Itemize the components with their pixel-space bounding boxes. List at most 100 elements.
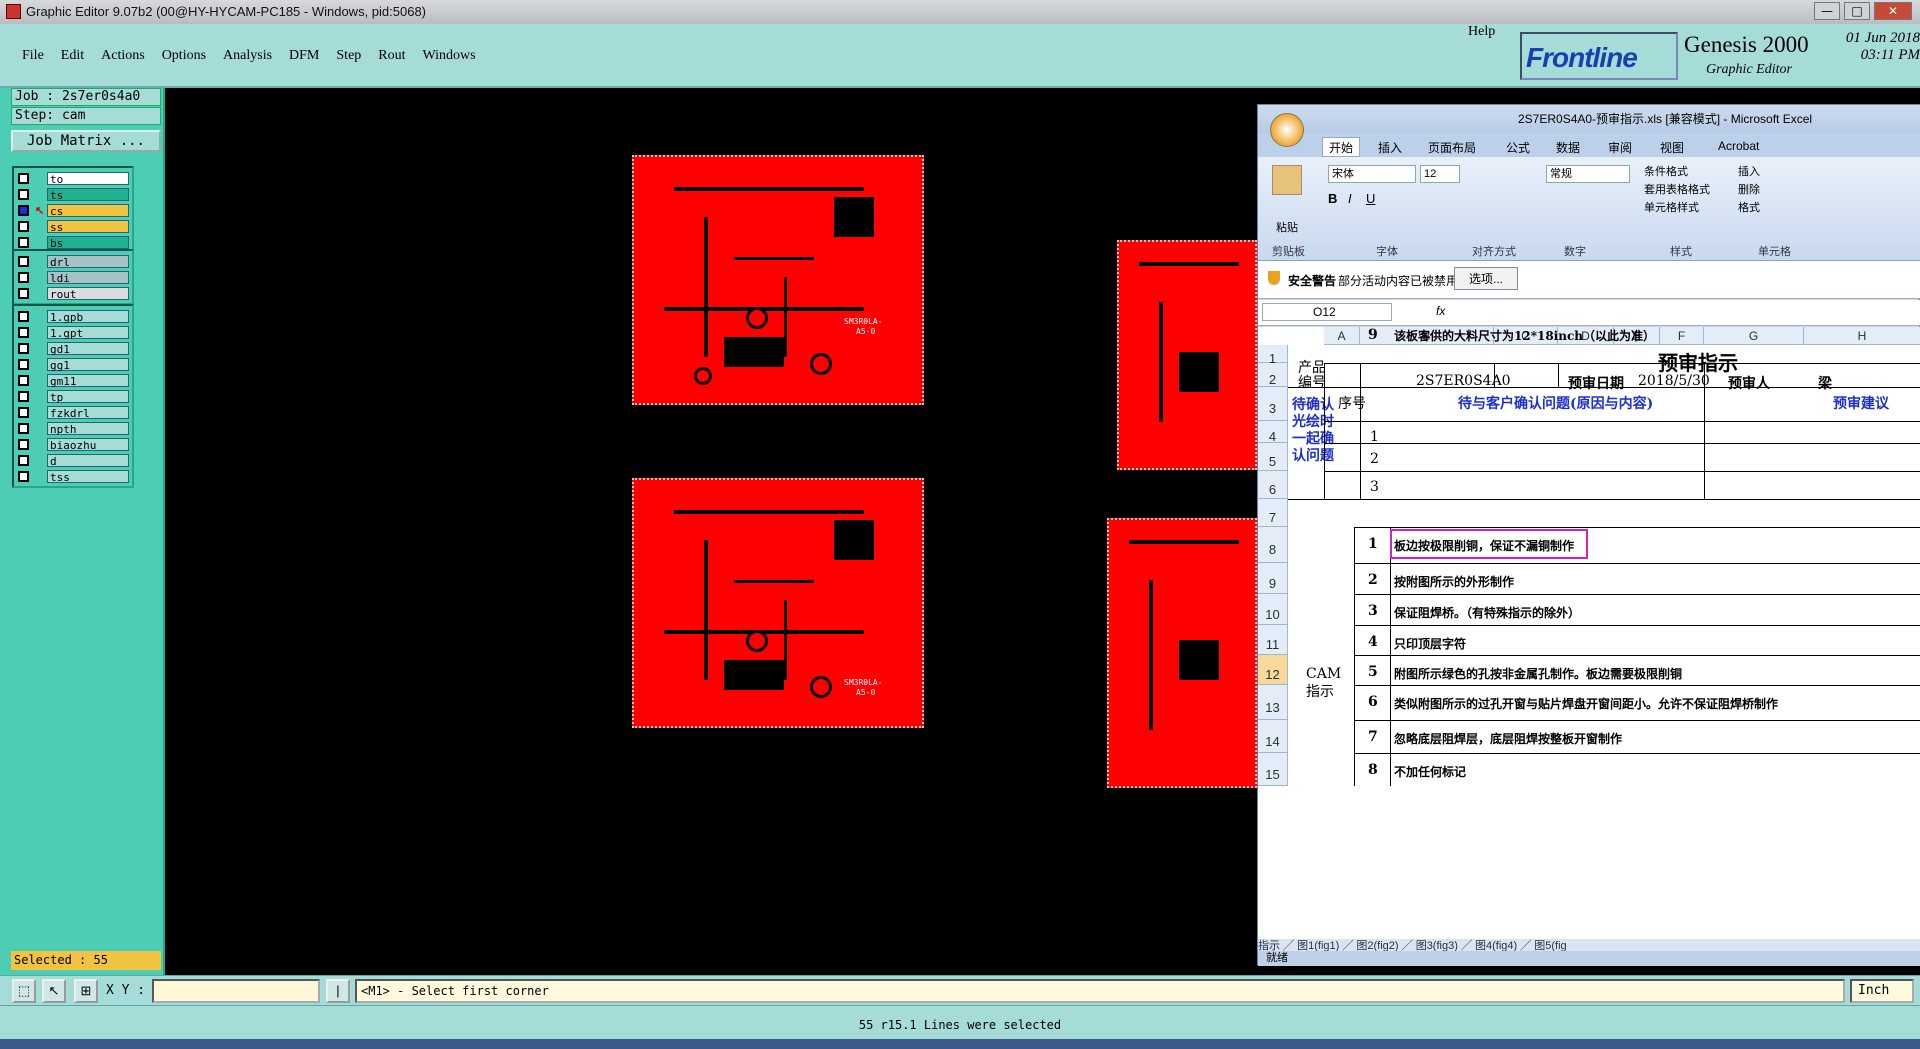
layer-row-tss[interactable]: tss <box>14 468 132 484</box>
security-options-button[interactable]: 选项... <box>1454 267 1519 290</box>
units-select[interactable]: Inch <box>1850 979 1914 1003</box>
layer-name[interactable]: bs <box>47 235 129 250</box>
tab-page-layout[interactable]: 页面布局 <box>1428 139 1476 156</box>
layer-checkbox[interactable] <box>18 390 29 402</box>
menu-options[interactable]: Options <box>162 48 206 64</box>
layer-name[interactable]: fzkdrl <box>47 405 129 420</box>
layer-row-1.gpb[interactable]: 1.gpb <box>14 308 132 324</box>
layer-row-cs[interactable]: ↖ cs <box>14 202 132 218</box>
layer-name[interactable]: rout <box>47 286 129 301</box>
font-name-select[interactable]: 宋体 <box>1328 165 1416 183</box>
layer-row-gg1[interactable]: gg1 <box>14 356 132 372</box>
layer-row-fzkdrl[interactable]: fzkdrl <box>14 404 132 420</box>
column-header[interactable]: H <box>1804 327 1920 345</box>
row-header[interactable]: 2 <box>1258 363 1288 387</box>
layer-name[interactable]: tp <box>47 389 129 404</box>
row-header[interactable]: 14 <box>1258 720 1288 753</box>
office-button[interactable] <box>1270 113 1304 147</box>
format-cells-button[interactable]: 格式 <box>1738 199 1760 215</box>
row-header[interactable]: 11 <box>1258 625 1288 655</box>
tab-acrobat[interactable]: Acrobat <box>1718 139 1759 153</box>
delete-cells-button[interactable]: 删除 <box>1738 181 1760 197</box>
menu-file[interactable]: File <box>22 48 44 64</box>
row-header[interactable]: 6 <box>1258 471 1288 499</box>
layer-checkbox[interactable] <box>18 438 29 450</box>
layer-row-ss[interactable]: ss <box>14 218 132 234</box>
menu-rout[interactable]: Rout <box>378 48 405 64</box>
layer-checkbox[interactable] <box>18 255 29 267</box>
layer-checkbox[interactable] <box>18 310 29 322</box>
layer-checkbox[interactable] <box>18 358 29 370</box>
layer-checkbox[interactable] <box>18 454 29 466</box>
layer-checkbox[interactable] <box>18 172 29 184</box>
layer-checkbox[interactable] <box>18 287 29 299</box>
info-icon[interactable]: | <box>326 979 350 1003</box>
row-header[interactable]: 10 <box>1258 594 1288 625</box>
layer-name[interactable]: 1.gpb <box>47 309 129 324</box>
layer-name[interactable]: d <box>47 453 129 468</box>
tab-insert[interactable]: 插入 <box>1378 139 1402 156</box>
tab-review[interactable]: 审阅 <box>1608 139 1632 156</box>
row-header[interactable]: 9 <box>1258 563 1288 594</box>
layer-row-ldi[interactable]: ldi <box>14 269 132 285</box>
layer-row-bs[interactable]: bs <box>14 234 132 250</box>
layer-checkbox[interactable] <box>18 326 29 338</box>
layer-row-to[interactable]: to <box>14 170 132 186</box>
layer-row-ts[interactable]: ts <box>14 186 132 202</box>
layer-checkbox[interactable] <box>18 236 29 248</box>
layer-name[interactable]: npth <box>47 421 129 436</box>
paste-icon[interactable] <box>1272 165 1302 195</box>
layer-row-tp[interactable]: tp <box>14 388 132 404</box>
number-format-select[interactable]: 常规 <box>1546 165 1630 183</box>
tab-data[interactable]: 数据 <box>1556 139 1580 156</box>
tab-view[interactable]: 视图 <box>1660 139 1684 156</box>
layer-checkbox[interactable] <box>18 374 29 386</box>
menu-dfm[interactable]: DFM <box>289 48 319 64</box>
layer-checkbox[interactable] <box>18 204 29 216</box>
layer-checkbox[interactable] <box>18 406 29 418</box>
layer-checkbox[interactable] <box>18 271 29 283</box>
menu-windows[interactable]: Windows <box>423 48 476 64</box>
name-box[interactable]: O12 <box>1262 303 1392 321</box>
layer-row-d[interactable]: d <box>14 452 132 468</box>
layer-name[interactable]: cs <box>47 203 129 218</box>
row-header[interactable]: 13 <box>1258 685 1288 720</box>
layer-checkbox[interactable] <box>18 188 29 200</box>
layer-row-gd1[interactable]: gd1 <box>14 340 132 356</box>
layer-name[interactable]: 1.gpt <box>47 325 129 340</box>
row-header[interactable]: 12 <box>1258 655 1288 685</box>
tab-home[interactable]: 开始 <box>1322 137 1361 157</box>
paste-label[interactable]: 粘贴 <box>1276 219 1298 235</box>
layer-name[interactable]: ldi <box>47 270 129 285</box>
layer-checkbox[interactable] <box>18 470 29 482</box>
column-header[interactable]: A <box>1324 327 1360 345</box>
layer-checkbox[interactable] <box>18 422 29 434</box>
menu-actions[interactable]: Actions <box>101 48 145 64</box>
layer-row-drl[interactable]: drl <box>14 253 132 269</box>
minimize-button[interactable]: — <box>1814 2 1840 20</box>
menu-help[interactable]: Help <box>1468 24 1495 40</box>
job-matrix-button[interactable]: Job Matrix ... <box>11 130 161 152</box>
layer-name[interactable]: ss <box>47 219 129 234</box>
font-size-select[interactable]: 12 <box>1420 165 1460 183</box>
insert-cells-button[interactable]: 插入 <box>1738 163 1760 179</box>
italic-button[interactable]: I <box>1348 191 1352 206</box>
row-header[interactable]: 3 <box>1258 387 1288 421</box>
layer-row-1.gpt[interactable]: 1.gpt <box>14 324 132 340</box>
row-header[interactable]: 4 <box>1258 421 1288 444</box>
column-header[interactable]: F <box>1660 327 1704 345</box>
cell-style-button[interactable]: 单元格样式 <box>1644 199 1699 215</box>
xy-input[interactable] <box>152 979 320 1003</box>
layer-name[interactable]: to <box>47 171 129 186</box>
close-button[interactable]: ✕ <box>1874 2 1912 20</box>
row-header[interactable]: 7 <box>1258 499 1288 527</box>
layer-checkbox[interactable] <box>18 342 29 354</box>
column-header[interactable]: G <box>1704 327 1804 345</box>
layer-name[interactable]: gm11 <box>47 373 129 388</box>
menu-step[interactable]: Step <box>336 48 361 64</box>
menu-analysis[interactable]: Analysis <box>223 48 272 64</box>
bold-button[interactable]: B <box>1328 191 1337 206</box>
row-header[interactable]: 8 <box>1258 527 1288 563</box>
maximize-button[interactable]: □ <box>1844 2 1870 20</box>
table-format-button[interactable]: 套用表格格式 <box>1644 181 1710 197</box>
